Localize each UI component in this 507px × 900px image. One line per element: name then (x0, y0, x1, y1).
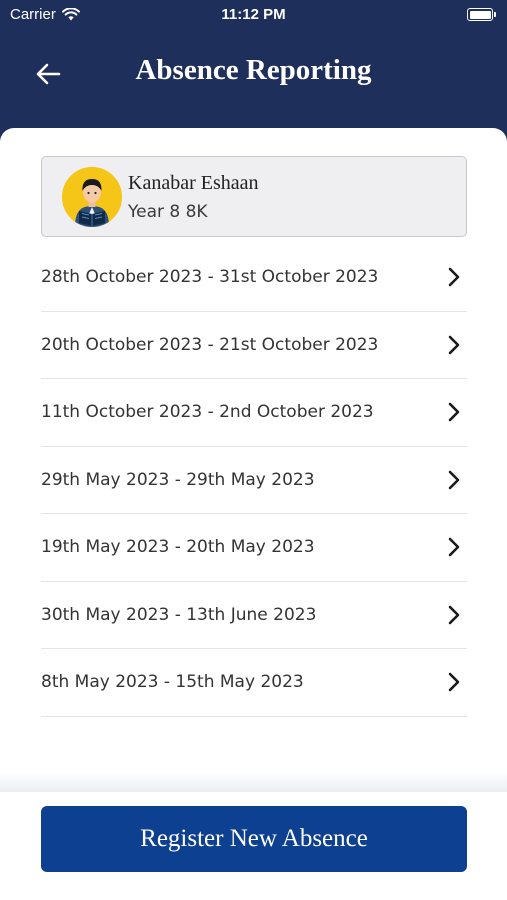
status-time: 11:12 PM (221, 6, 286, 23)
battery-level (469, 10, 491, 19)
student-reading-icon (62, 167, 122, 227)
absence-list-item[interactable]: 28th October 2023 - 31st October 2023 (41, 244, 467, 312)
chevron-right-icon (448, 605, 460, 624)
chevron-right-icon (448, 470, 460, 489)
footer-bar: Register New Absence (0, 792, 507, 900)
absence-list-item[interactable]: 20th October 2023 - 21st October 2023 (41, 312, 467, 379)
chevron-right-icon (448, 402, 460, 422)
footer-shadow (0, 772, 507, 792)
chevron-right-icon (448, 537, 460, 557)
absence-list-item[interactable]: 19th May 2023 - 20th May 2023 (41, 514, 467, 582)
status-bar: Carrier 11:12 PM (0, 0, 507, 30)
register-new-absence-button[interactable]: Register New Absence (41, 806, 467, 872)
absence-date-range: 29th May 2023 - 29th May 2023 (41, 469, 315, 490)
absence-list: 28th October 2023 - 31st October 2023 20… (41, 244, 467, 717)
absence-date-range: 28th October 2023 - 31st October 2023 (41, 267, 379, 287)
absence-date-range: 11th October 2023 - 2nd October 2023 (41, 402, 374, 422)
battery-cap (494, 12, 496, 17)
chevron-right-icon (448, 335, 460, 354)
page-title: Absence Reporting (135, 54, 372, 86)
student-class: Year 8 8K (128, 202, 208, 222)
absence-date-range: 19th May 2023 - 20th May 2023 (41, 537, 315, 557)
absence-list-item[interactable]: 11th October 2023 - 2nd October 2023 (41, 379, 467, 447)
chevron-right-icon (448, 672, 460, 692)
absence-date-range: 20th October 2023 - 21st October 2023 (41, 334, 379, 355)
student-name: Kanabar Eshaan (128, 172, 259, 194)
chevron-right-icon (448, 267, 460, 287)
absence-date-range: 30th May 2023 - 13th June 2023 (41, 604, 317, 625)
battery-icon (467, 8, 496, 21)
absence-date-range: 8th May 2023 - 15th May 2023 (41, 672, 304, 692)
app-header: Absence Reporting (0, 30, 507, 120)
student-info-card: Kanabar Eshaan Year 8 8K (41, 156, 467, 237)
absence-list-item[interactable]: 30th May 2023 - 13th June 2023 (41, 582, 467, 649)
student-avatar (62, 167, 122, 227)
absence-list-item[interactable]: 29th May 2023 - 29th May 2023 (41, 447, 467, 514)
absence-list-item[interactable]: 8th May 2023 - 15th May 2023 (41, 649, 467, 717)
